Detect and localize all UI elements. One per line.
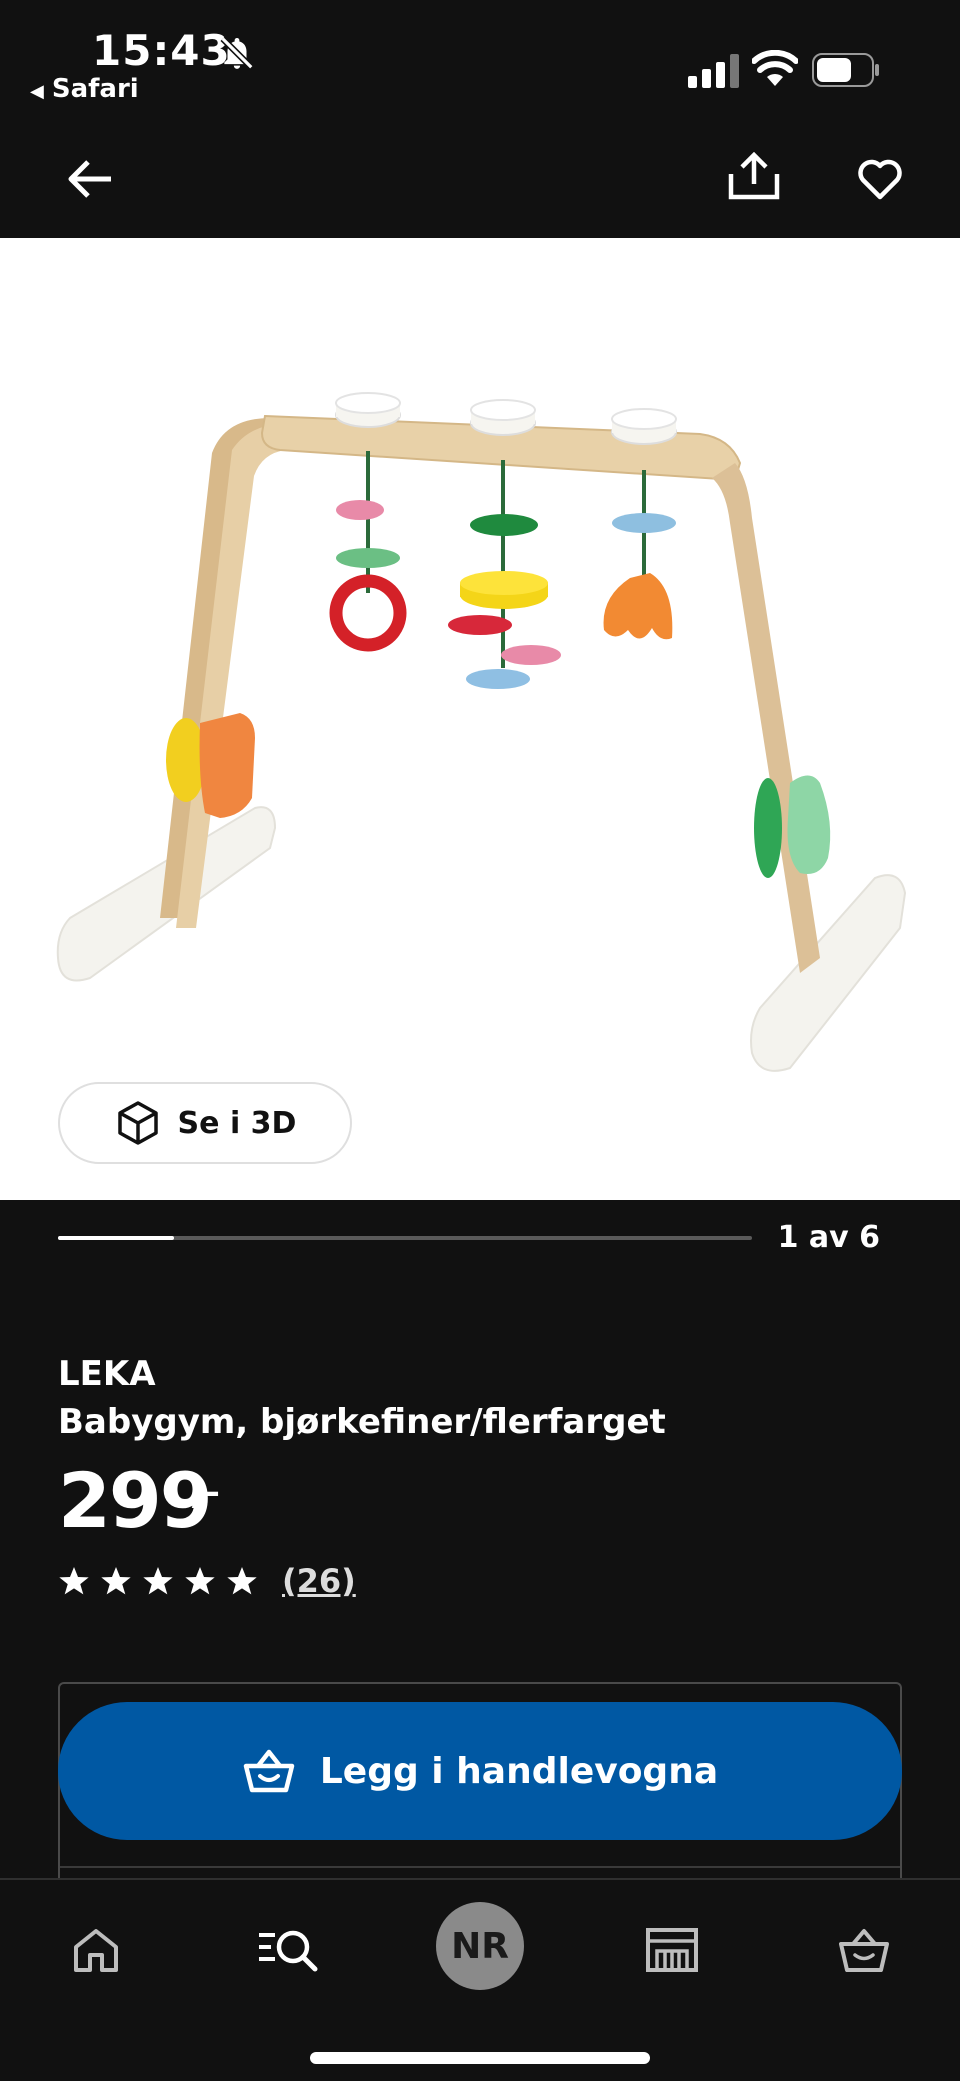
search-icon: [259, 1930, 318, 1972]
home-indicator[interactable]: [310, 2052, 650, 2064]
heart-icon: [858, 159, 902, 200]
favorite-button[interactable]: [848, 147, 912, 211]
gallery-counter: 1 av 6: [777, 1220, 880, 1255]
back-button[interactable]: [58, 147, 122, 211]
nav-store[interactable]: [632, 1910, 712, 1990]
cart-icon: [839, 1929, 889, 1972]
status-time: 15:43: [92, 26, 231, 75]
rating-stars: [58, 1565, 258, 1597]
view-3d-label: Se i 3D: [177, 1105, 297, 1141]
back-app-label: Safari: [51, 74, 139, 104]
product-description: Babygym, bjørkefiner/flerfarget: [58, 1402, 666, 1442]
home-icon: [74, 1929, 118, 1972]
add-to-cart-label: Legg i handlevogna: [319, 1750, 719, 1792]
view-3d-button[interactable]: Se i 3D: [58, 1082, 352, 1164]
star-icon: [227, 1567, 257, 1595]
arrow-left-icon: [68, 160, 111, 198]
star-icon: [101, 1567, 131, 1595]
battery-icon: [812, 53, 879, 87]
product-price: 299: [58, 1456, 213, 1545]
price-suffix: ,–: [190, 1472, 220, 1512]
nav-search[interactable]: [248, 1910, 328, 1990]
nav-cart[interactable]: [824, 1910, 904, 1990]
product-image-gallery[interactable]: Se i 3D: [0, 238, 960, 1200]
product-rating[interactable]: (26): [58, 1562, 356, 1600]
star-icon: [143, 1567, 173, 1595]
back-triangle-icon: ◀: [30, 81, 44, 102]
wifi-icon: [752, 50, 798, 86]
profile-avatar[interactable]: NR: [436, 1902, 524, 1990]
gallery-progress-bar: [58, 1236, 752, 1240]
product-image: [56, 392, 907, 1072]
back-to-safari[interactable]: ◀ Safari: [30, 74, 139, 104]
product-brand: LEKA: [58, 1354, 156, 1394]
star-icon: [59, 1567, 89, 1595]
status-bar: 15:43 ◀ Safari: [0, 0, 960, 120]
bottom-navigation: NR: [0, 1878, 960, 2081]
share-icon: [728, 152, 780, 200]
bell-off-icon: [220, 36, 254, 70]
nav-home[interactable]: [56, 1910, 136, 1990]
cube-icon: [117, 1101, 158, 1145]
store-icon: [646, 1928, 698, 1972]
signal-icon: [688, 54, 739, 88]
divider: [60, 1866, 900, 1868]
star-icon: [185, 1567, 215, 1595]
review-count-link[interactable]: (26): [282, 1562, 356, 1600]
gallery-progress-fill: [58, 1236, 174, 1240]
add-to-cart-button[interactable]: Legg i handlevogna: [58, 1702, 902, 1840]
app-header: [0, 120, 960, 238]
share-button[interactable]: [722, 144, 786, 208]
basket-icon: [243, 1749, 295, 1793]
